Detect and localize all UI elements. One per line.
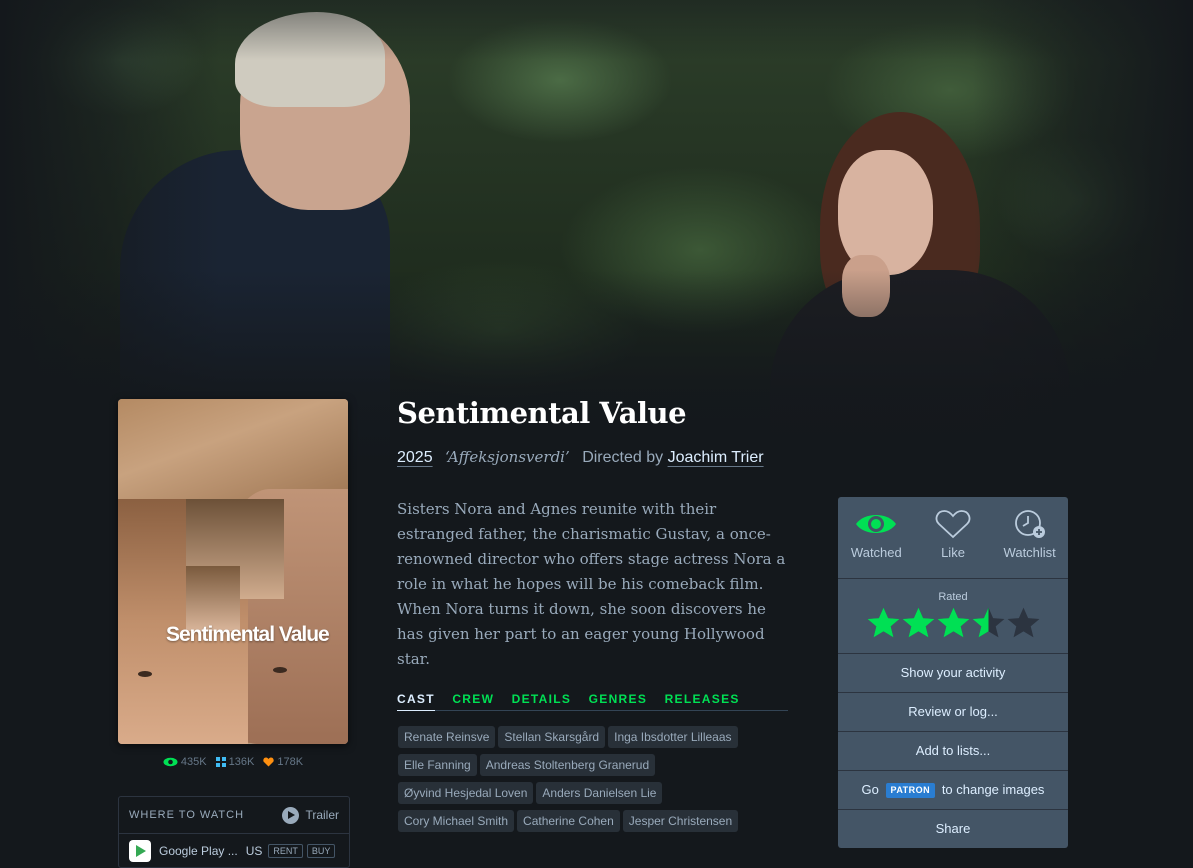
provider-name: Google Play ... [159,844,238,858]
watchlist-label: Watchlist [1003,545,1056,560]
star-icon[interactable] [1006,606,1041,639]
trailer-label: Trailer [305,808,339,822]
show-activity-button[interactable]: Show your activity [838,654,1068,693]
provider-region: US [245,844,263,858]
cast-chip[interactable]: Øyvind Hesjedal Loven [398,782,534,804]
google-play-icon [129,840,151,862]
watched-count-value: 435K [180,756,207,768]
cast-list: Renate Reinsve Stellan Skarsgård Inga Ibsd… [398,726,793,838]
provider-row[interactable]: Google Play ... US RENT BUY [119,834,349,868]
watched-count[interactable]: 435K [163,756,207,768]
film-stats: 435K 136K 178K [118,756,348,768]
star-rating[interactable] [838,606,1068,639]
actions-panel: Watched Like Watchlist Rated Show your a… [838,497,1068,848]
buy-tag[interactable]: BUY [306,844,336,858]
lists-count-value: 136K [228,756,255,768]
poster-title: Sentimental Value [166,623,330,646]
trailer-link[interactable]: Trailer [282,806,339,824]
poster-eye [273,667,287,673]
eye-icon [163,757,178,767]
cast-chip[interactable]: Elle Fanning [398,754,477,776]
like-button[interactable]: Like [915,497,992,578]
rent-tag[interactable]: RENT [268,844,303,858]
poster-eye [138,671,152,677]
likes-count[interactable]: 178K [263,756,303,768]
directed-by-label: Directed by [582,449,664,466]
film-meta: 2025 ‘Affeksjonsverdi’ Directed by Joach… [397,448,764,467]
star-icon[interactable] [936,606,971,639]
watchlist-button[interactable]: Watchlist [991,497,1068,578]
rating-section: Rated [838,579,1068,654]
patron-change-images[interactable]: Go PATRON to change images [838,771,1068,810]
director-link[interactable]: Joachim Trier [668,449,764,466]
eye-icon [856,515,897,533]
info-tabs: CAST CREW DETAILS GENRES RELEASES [397,690,788,711]
change-images-label: to change images [941,782,1045,797]
film-poster[interactable]: Sentimental Value [118,399,348,744]
add-to-lists-button[interactable]: Add to lists... [838,732,1068,771]
cast-chip[interactable]: Renate Reinsve [398,726,496,748]
review-button[interactable]: Review or log... [838,693,1068,732]
tab-cast[interactable]: CAST [397,692,435,711]
share-button[interactable]: Share [838,810,1068,848]
watched-button[interactable]: Watched [838,497,915,578]
patron-badge: PATRON [885,783,936,798]
poster-child-face [186,566,240,631]
play-icon [282,806,300,824]
tab-crew[interactable]: CREW [452,692,494,706]
film-title: Sentimental Value [397,396,687,430]
cast-chip[interactable]: Jesper Christensen [622,810,739,832]
original-title: ‘Affeksjonsverdi’ [445,448,570,466]
clock-plus-icon [1014,510,1045,538]
likes-count-value: 178K [277,756,304,768]
tab-releases[interactable]: RELEASES [665,692,740,706]
heart-icon [935,510,971,539]
star-icon[interactable] [971,606,1006,639]
action-buttons: Watched Like Watchlist [838,497,1068,579]
go-label: Go [861,782,879,797]
tab-details[interactable]: DETAILS [512,692,572,706]
cast-chip[interactable]: Stellan Skarsgård [498,726,606,748]
cast-chip[interactable]: Inga Ibsdotter Lilleaas [608,726,738,748]
star-icon[interactable] [866,606,901,639]
like-label: Like [941,545,965,560]
grid-icon [215,757,226,767]
where-to-watch: WHERE TO WATCH Trailer Google Play ... U… [118,796,350,868]
cast-chip[interactable]: Anders Danielsen Lie [536,782,663,804]
watched-label: Watched [850,545,902,560]
cast-chip[interactable]: Catherine Cohen [517,810,620,832]
cast-chip[interactable]: Cory Michael Smith [398,810,515,832]
where-to-watch-header: WHERE TO WATCH Trailer [119,797,349,834]
rated-label: Rated [938,591,968,603]
lists-count[interactable]: 136K [215,756,255,768]
tab-genres[interactable]: GENRES [589,692,647,706]
heart-icon [263,757,275,767]
star-icon[interactable] [901,606,936,639]
synopsis: Sisters Nora and Agnes reunite with thei… [397,500,786,668]
where-to-watch-label: WHERE TO WATCH [129,809,245,821]
cast-chip[interactable]: Andreas Stoltenberg Granerud [479,754,656,776]
release-year-link[interactable]: 2025 [397,449,433,466]
